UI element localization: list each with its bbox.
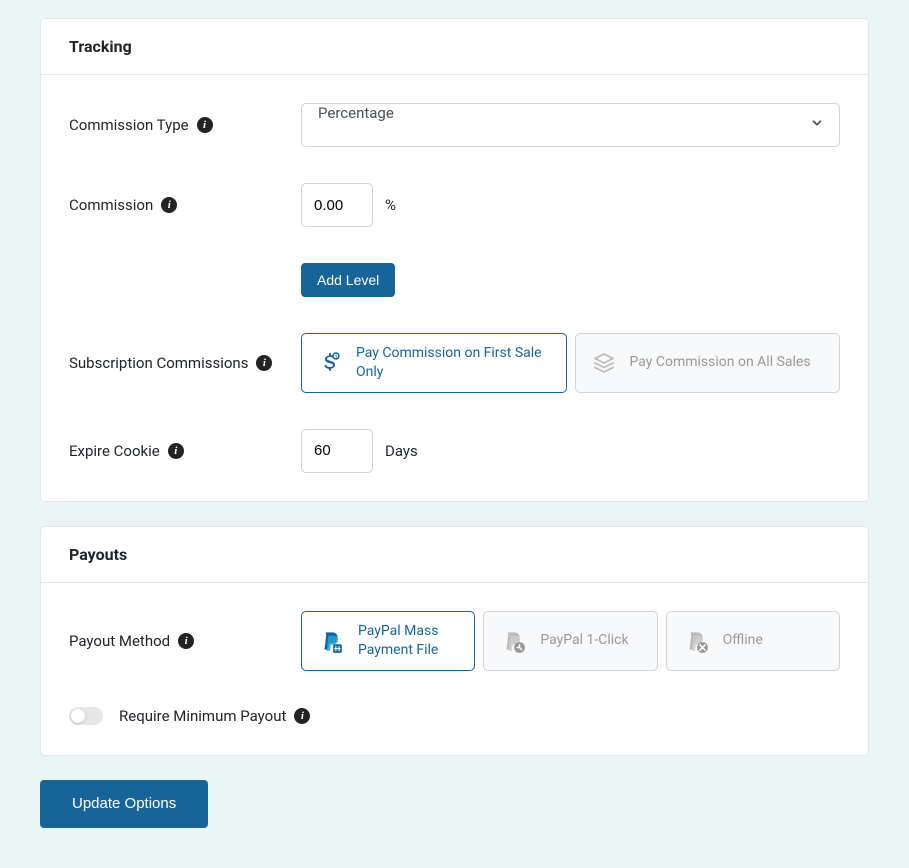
commission-type-select-wrap: Percentage — [301, 103, 840, 147]
payout-offline-option[interactable]: Offline — [666, 611, 840, 671]
subscription-first-sale-label: Pay Commission on First Sale Only — [356, 344, 550, 382]
paypal-1click-icon — [500, 628, 526, 654]
subscription-all-sales-option[interactable]: Pay Commission on All Sales — [575, 333, 841, 393]
expire-cookie-control: Days — [301, 429, 840, 473]
subscription-all-sales-label: Pay Commission on All Sales — [630, 353, 811, 372]
payouts-header: Payouts — [41, 527, 868, 583]
subscription-toggle-group: 1 Pay Commission on First Sale Only — [301, 333, 840, 393]
commission-control: % — [301, 183, 840, 227]
payout-method-label: Payout Method — [69, 632, 170, 650]
payout-paypal-file-option[interactable]: PayPal Mass Payment File — [301, 611, 475, 671]
commission-input[interactable] — [301, 183, 373, 227]
require-minimum-label-wrap: Require Minimum Payout i — [119, 707, 310, 725]
toggle-knob — [71, 709, 85, 723]
commission-type-label: Commission Type — [69, 116, 189, 134]
tracking-body: Commission Type i Percentage Commission … — [41, 75, 868, 501]
payouts-body: Payout Method i PayPal Mass Payment File — [41, 583, 868, 755]
commission-type-control: Percentage — [301, 103, 840, 147]
commission-type-row: Commission Type i Percentage — [69, 103, 840, 147]
subscription-commissions-row: Subscription Commissions i 1 Pay Commiss — [69, 333, 840, 393]
add-level-button[interactable]: Add Level — [301, 263, 395, 297]
subscription-first-sale-option[interactable]: 1 Pay Commission on First Sale Only — [301, 333, 567, 393]
payout-offline-label: Offline — [723, 631, 763, 650]
subscription-commissions-label-wrap: Subscription Commissions i — [69, 354, 301, 372]
payout-paypal-1click-option[interactable]: PayPal 1-Click — [483, 611, 657, 671]
update-options-button[interactable]: Update Options — [40, 780, 208, 828]
info-icon[interactable]: i — [197, 117, 213, 133]
commission-label-wrap: Commission i — [69, 196, 301, 214]
require-minimum-row: Require Minimum Payout i — [69, 707, 840, 737]
stack-icon — [592, 351, 616, 375]
tracking-card: Tracking Commission Type i Percentage Co… — [40, 18, 869, 502]
payouts-card: Payouts Payout Method i PayPal Mass Paym… — [40, 526, 869, 756]
dollar-icon: 1 — [318, 351, 342, 375]
payout-method-control: PayPal Mass Payment File PayPal 1-Click … — [301, 611, 840, 671]
subscription-commissions-control: 1 Pay Commission on First Sale Only — [301, 333, 840, 393]
paypal-file-icon — [318, 628, 344, 654]
info-icon[interactable]: i — [294, 708, 310, 724]
expire-cookie-suffix: Days — [385, 442, 418, 460]
paypal-offline-icon — [683, 628, 709, 654]
payout-paypal-1click-label: PayPal 1-Click — [540, 631, 628, 650]
commission-label: Commission — [69, 196, 153, 214]
add-level-row: Add Level — [69, 263, 840, 297]
subscription-commissions-label: Subscription Commissions — [69, 354, 248, 372]
expire-cookie-label-wrap: Expire Cookie i — [69, 442, 301, 460]
payout-method-label-wrap: Payout Method i — [69, 632, 301, 650]
payout-method-toggle-group: PayPal Mass Payment File PayPal 1-Click … — [301, 611, 840, 671]
commission-suffix: % — [385, 196, 396, 214]
info-icon[interactable]: i — [178, 633, 194, 649]
info-icon[interactable]: i — [168, 443, 184, 459]
expire-cookie-label: Expire Cookie — [69, 442, 160, 460]
expire-cookie-row: Expire Cookie i Days — [69, 429, 840, 473]
tracking-header: Tracking — [41, 19, 868, 75]
spacer — [69, 263, 301, 297]
commission-type-select[interactable]: Percentage — [301, 103, 840, 147]
require-minimum-label: Require Minimum Payout — [119, 707, 286, 725]
require-minimum-toggle[interactable] — [69, 707, 103, 725]
commission-row: Commission i % — [69, 183, 840, 227]
info-icon[interactable]: i — [256, 355, 272, 371]
commission-type-label-wrap: Commission Type i — [69, 116, 301, 134]
expire-cookie-input[interactable] — [301, 429, 373, 473]
svg-text:1: 1 — [335, 354, 338, 360]
info-icon[interactable]: i — [161, 197, 177, 213]
payout-paypal-file-label: PayPal Mass Payment File — [358, 622, 458, 660]
payout-method-row: Payout Method i PayPal Mass Payment File — [69, 611, 840, 671]
